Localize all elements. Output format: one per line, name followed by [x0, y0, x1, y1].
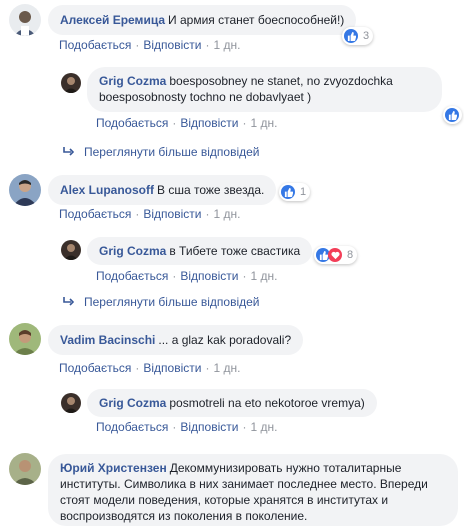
like-icon: [344, 29, 358, 43]
comment-text-line: boesposobnosty tochno ne dobavlyaet ): [99, 90, 312, 104]
timestamp[interactable]: 1 дн.: [250, 116, 277, 130]
timestamp[interactable]: 1 дн.: [250, 269, 277, 283]
comment-text: И армия станет боеспособней!): [168, 13, 345, 27]
comment-bubble: Алексей Еремица И армия станет боеспособн…: [48, 5, 357, 35]
comment-bubble: Grig Cozma posmotreli na eto nekotoroe vr…: [87, 389, 377, 417]
timestamp[interactable]: 1 дн.: [213, 38, 240, 52]
avatar[interactable]: [9, 323, 41, 355]
reaction-count[interactable]: 8: [314, 246, 358, 264]
comment-author[interactable]: Юрий Христензен: [60, 461, 167, 475]
like-icon: [445, 108, 459, 122]
comment-bubble: Vadim Bacinschi... a glaz kak poradovali…: [48, 325, 304, 355]
reply-link[interactable]: Відповісти: [180, 116, 238, 130]
reaction-count[interactable]: 3: [342, 27, 374, 45]
avatar[interactable]: [61, 393, 81, 413]
reaction-number: 8: [347, 249, 354, 261]
comment-text-line: воспроизводятся из поколения в поколение…: [60, 509, 308, 523]
comment-text-line: стоят модели поведения, которые хранятся…: [60, 493, 389, 507]
comment-actions: Подобається · Відповісти · 1 дн.: [59, 207, 241, 221]
comment-actions: Подобається · Відповісти · 1 дн.: [59, 38, 241, 52]
avatar[interactable]: [9, 453, 41, 485]
like-link[interactable]: Подобається: [59, 361, 131, 375]
comment-author[interactable]: Grig Cozma: [99, 396, 166, 410]
comment-author[interactable]: Grig Cozma: [99, 244, 166, 258]
reaction-count[interactable]: [443, 106, 462, 124]
comment-actions: Подобається · Відповісти · 1 дн.: [96, 269, 278, 283]
view-more-replies[interactable]: Переглянути більше відповідей: [63, 295, 259, 309]
view-more-label: Переглянути більше відповідей: [84, 145, 260, 159]
reply-link[interactable]: Відповісти: [143, 207, 201, 221]
reply-link[interactable]: Відповісти: [180, 420, 238, 434]
comment-text: posmotreli na eto nekotoroe vremya): [169, 396, 365, 410]
comment-actions: Подобається · Відповісти · 1 дн.: [96, 116, 278, 130]
like-link[interactable]: Подобається: [59, 38, 131, 52]
reaction-number: 3: [363, 30, 370, 42]
comment-text: В сша тоже звезда.: [157, 183, 265, 197]
reaction-number: 1: [300, 186, 307, 198]
comment-author[interactable]: Алексей Еремица: [60, 13, 165, 27]
reply-link[interactable]: Відповісти: [143, 38, 201, 52]
view-more-replies[interactable]: Переглянути більше відповідей: [63, 145, 259, 159]
comment-author[interactable]: Vadim Bacinschi: [60, 333, 155, 347]
comment-author[interactable]: Grig Cozma: [99, 74, 166, 88]
comment-bubble: Grig Cozma boesposobney ne stanet, no zvy…: [87, 67, 442, 112]
timestamp[interactable]: 1 дн.: [250, 420, 277, 434]
reply-link[interactable]: Відповісти: [143, 361, 201, 375]
like-link[interactable]: Подобається: [59, 207, 131, 221]
timestamp[interactable]: 1 дн.: [213, 361, 240, 375]
comment-text: в Тибете тоже свастика: [169, 244, 301, 258]
like-icon: [281, 185, 295, 199]
avatar[interactable]: [9, 4, 41, 36]
reply-link[interactable]: Відповісти: [180, 269, 238, 283]
avatar[interactable]: [61, 73, 81, 93]
avatar[interactable]: [9, 174, 41, 206]
comment-text-line: институты. Символика в них занимает посл…: [60, 477, 428, 491]
reaction-count[interactable]: 1: [279, 183, 311, 201]
timestamp[interactable]: 1 дн.: [213, 207, 240, 221]
reply-arrow-icon: [63, 295, 75, 309]
comment-actions: Подобається · Відповісти · 1 дн.: [59, 361, 241, 375]
heart-icon: [328, 248, 342, 262]
comment-text: Декоммунизировать нужно тоталитарные: [169, 461, 402, 475]
comment-bubble: Alex Lupanosoff В сша тоже звезда.: [48, 175, 277, 205]
like-link[interactable]: Подобається: [96, 269, 168, 283]
comment-bubble: Grig Cozma в Тибете тоже свастика: [87, 237, 313, 265]
comment-author[interactable]: Alex Lupanosoff: [60, 183, 154, 197]
comment-text: ... a glaz kak poradovali?: [158, 333, 292, 347]
comment-text: boesposobney ne stanet, no zvyozdochka: [169, 74, 393, 88]
comment-bubble: Юрий Христензен Декоммунизировать нужно т…: [48, 454, 458, 526]
comment-actions: Подобається · Відповісти · 1 дн.: [96, 420, 278, 434]
like-link[interactable]: Подобається: [96, 420, 168, 434]
like-link[interactable]: Подобається: [96, 116, 168, 130]
view-more-label: Переглянути більше відповідей: [84, 295, 260, 309]
avatar[interactable]: [61, 240, 81, 260]
reply-arrow-icon: [63, 145, 75, 159]
